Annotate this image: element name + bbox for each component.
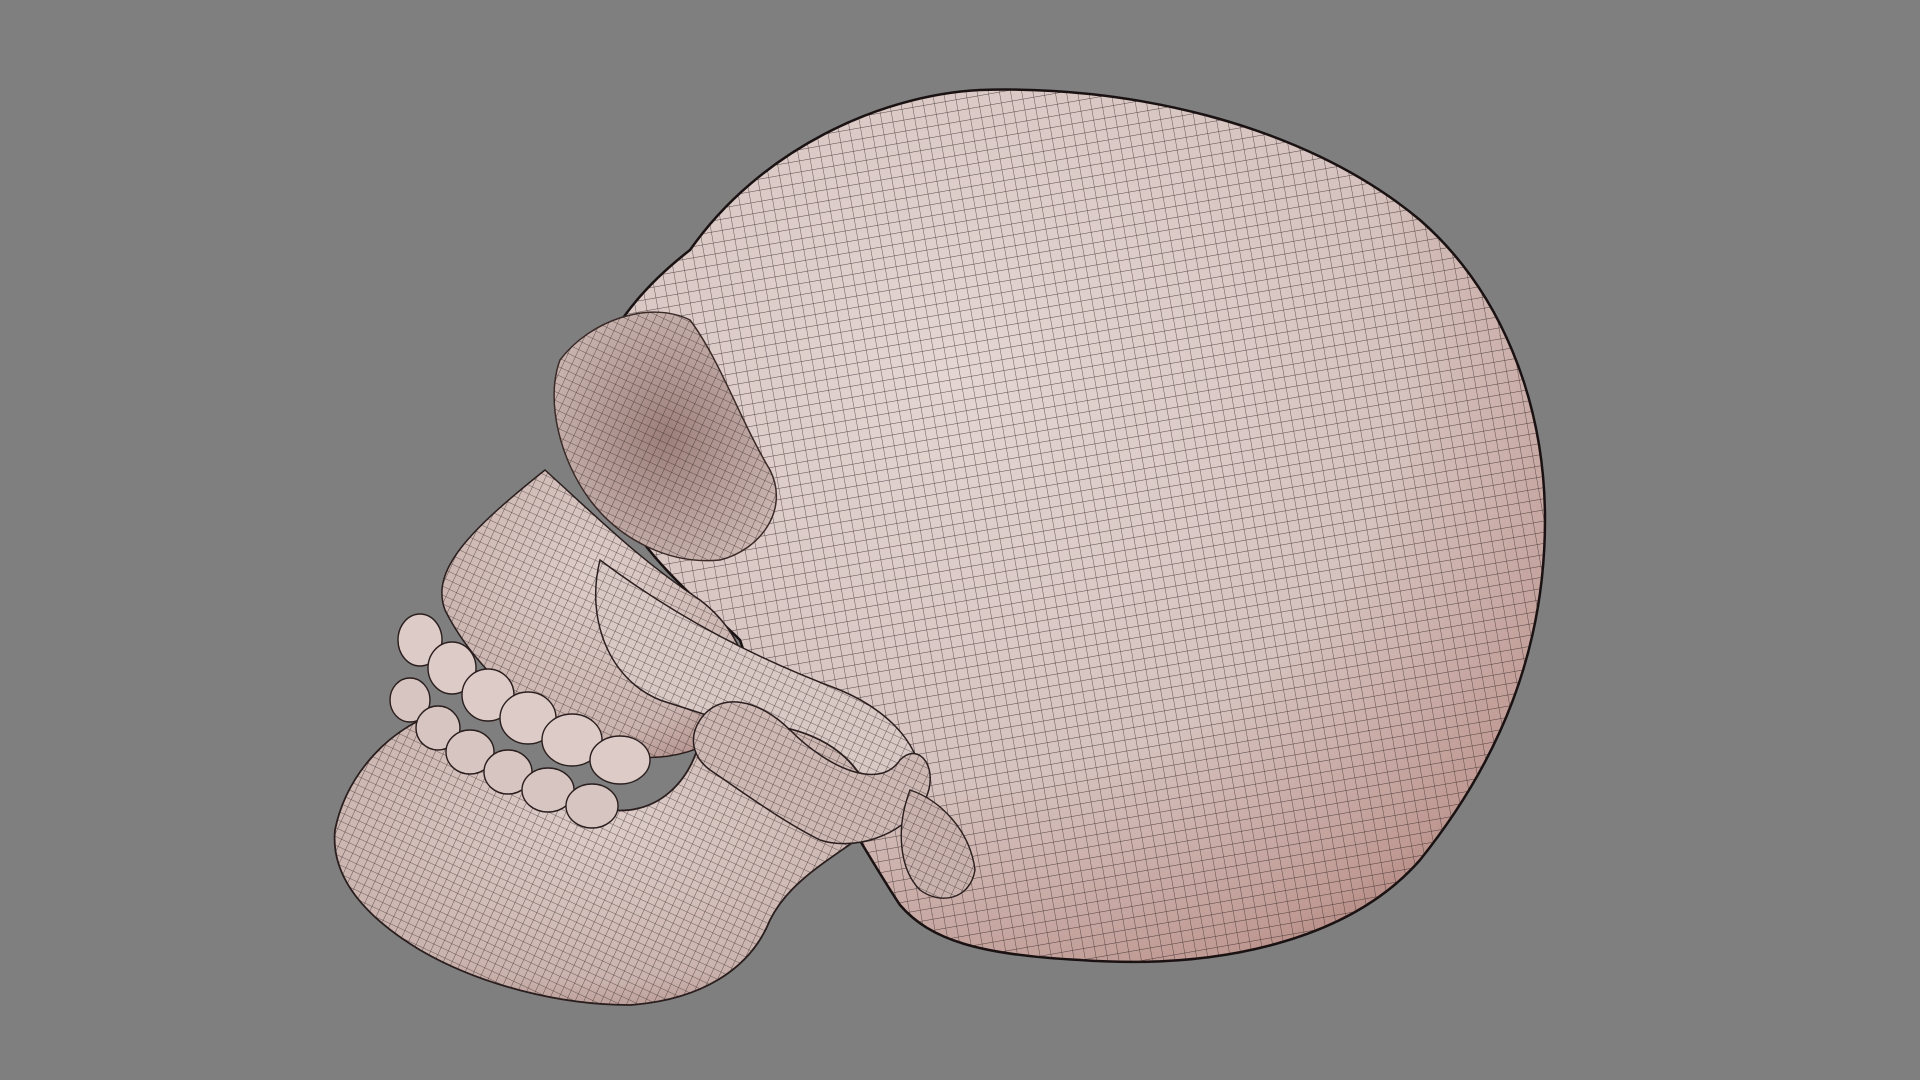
lower-tooth (565, 783, 619, 829)
upper-tooth (589, 735, 651, 785)
3d-viewport[interactable] (0, 0, 1920, 1080)
skull-render (333, 88, 1547, 1006)
